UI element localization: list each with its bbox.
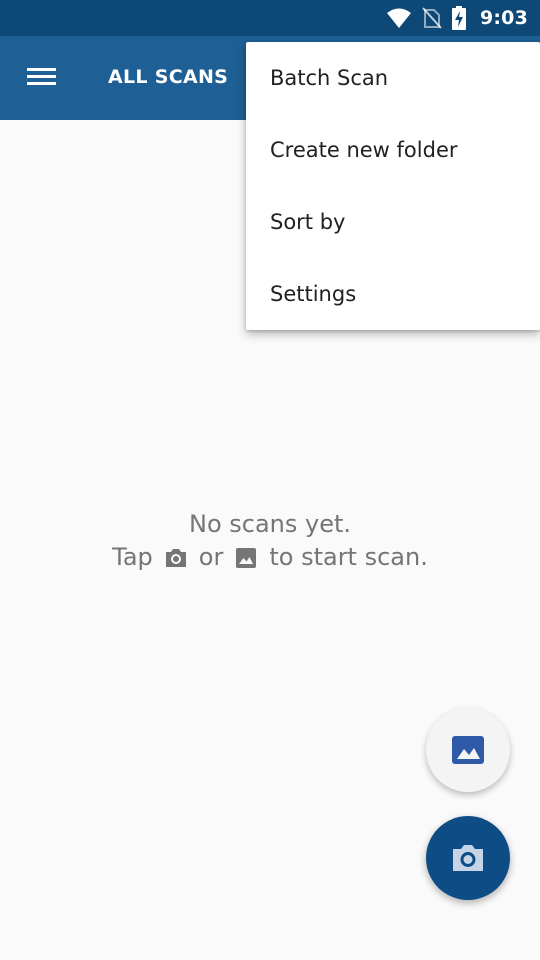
menu-item-batch-scan[interactable]: Batch Scan [246, 42, 540, 114]
start-scan-text: to start scan. [269, 543, 428, 571]
status-icons: 9:03 [386, 0, 528, 36]
hamburger-icon[interactable] [24, 64, 60, 92]
status-time: 9:03 [479, 7, 528, 29]
overflow-menu: Batch Scan Create new folder Sort by Set… [246, 42, 540, 330]
menu-item-sort-by[interactable]: Sort by [246, 186, 540, 258]
image-icon [233, 545, 259, 571]
camera-icon [453, 845, 483, 871]
page-title: ALL SCANS [108, 66, 229, 88]
camera-fab-button[interactable] [426, 816, 510, 900]
no-sim-icon [422, 7, 442, 29]
menu-item-settings[interactable]: Settings [246, 258, 540, 330]
empty-state: No scans yet. Tap or to start scan. [0, 508, 540, 574]
battery-charging-icon [451, 6, 466, 30]
wifi-icon [386, 8, 411, 28]
tap-text: Tap [112, 543, 153, 571]
empty-state-line1: No scans yet. [188, 510, 352, 538]
menu-item-create-new-folder[interactable]: Create new folder [246, 114, 540, 186]
empty-state-line2: Tap or to start scan. [0, 541, 540, 574]
image-icon [452, 736, 484, 764]
status-bar: 9:03 [0, 0, 540, 36]
or-text: or [198, 543, 224, 571]
gallery-fab-button[interactable] [426, 708, 510, 792]
camera-icon [163, 545, 189, 571]
